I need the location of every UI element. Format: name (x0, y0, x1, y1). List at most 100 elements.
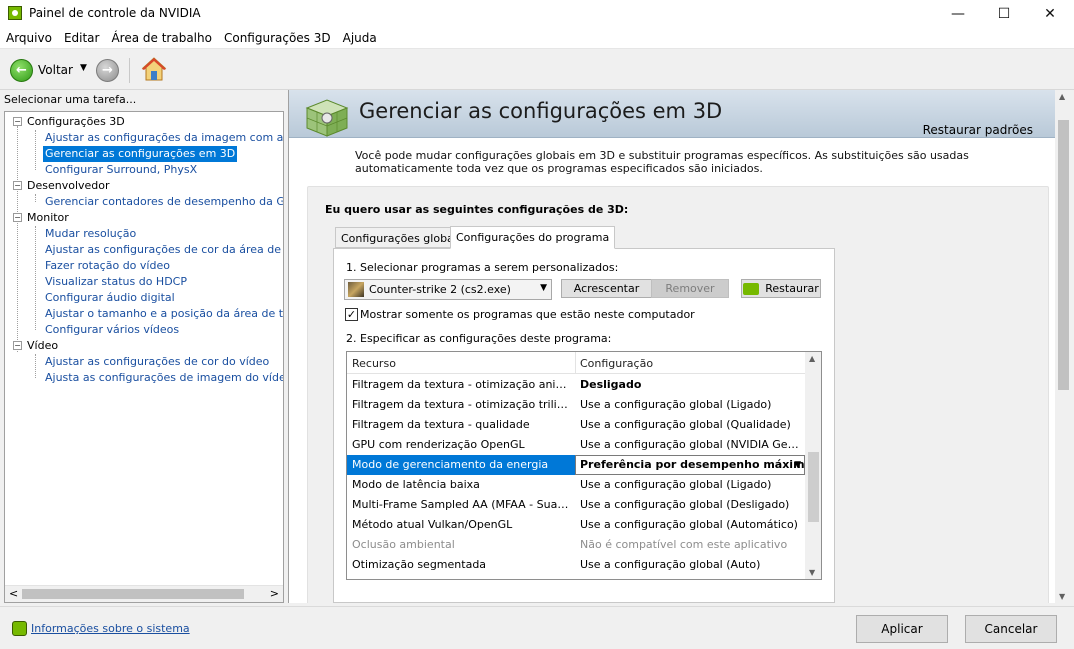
cancel-button[interactable]: Cancelar (965, 615, 1057, 643)
counter-strike-icon (348, 282, 364, 297)
table-row[interactable]: Filtragem da textura - qualidade Use a c… (347, 415, 805, 435)
toolbar: ← Voltar ▼ → (0, 50, 1074, 90)
menu-bar: Arquivo Editar Área de trabalho Configur… (0, 28, 1074, 49)
scroll-down-icon[interactable]: ▼ (1059, 592, 1065, 601)
system-info-link[interactable]: Informações sobre o sistema (31, 622, 190, 635)
scroll-thumb[interactable] (1058, 120, 1069, 390)
title-bar: Painel de controle da NVIDIA — ☐ ✕ (0, 0, 1074, 28)
page-title: Gerenciar as configurações em 3D (359, 99, 723, 123)
scroll-up-icon[interactable]: ▲ (809, 354, 815, 363)
add-program-button[interactable]: Acrescentar (561, 279, 652, 298)
table-row[interactable]: Modo de latência baixa Use a configuraçã… (347, 475, 805, 495)
apply-button[interactable]: Aplicar (856, 615, 948, 643)
table-row[interactable]: Filtragem da textura - otimização trilin… (347, 395, 805, 415)
menu-editar[interactable]: Editar (58, 28, 106, 48)
column-header-resource[interactable]: Recurso (352, 357, 396, 370)
table-row[interactable]: Otimização segmentada Use a configuração… (347, 555, 805, 575)
close-button[interactable]: ✕ (1027, 0, 1073, 28)
scroll-up-icon[interactable]: ▲ (1059, 92, 1065, 101)
tree-item-cor-area-trabalho[interactable]: Ajustar as configurações de cor da área … (45, 242, 283, 258)
tree-item-tamanho-posicao[interactable]: Ajustar o tamanho e a posição da área de… (45, 306, 283, 322)
nvidia-logo-icon (743, 282, 760, 295)
tree-connector (35, 130, 36, 170)
section-heading: Eu quero usar as seguintes configurações… (325, 203, 629, 216)
menu-area-de-trabalho[interactable]: Área de trabalho (105, 28, 218, 48)
program-select[interactable]: Counter-strike 2 (cs2.exe) ▼ (344, 279, 552, 300)
window-title: Painel de controle da NVIDIA (29, 6, 201, 20)
back-button[interactable]: Voltar (38, 63, 73, 77)
scroll-thumb[interactable] (22, 589, 244, 599)
scroll-left-icon[interactable]: < (9, 587, 18, 600)
tree-horizontal-scrollbar[interactable]: < > (5, 585, 283, 602)
step2-label: 2. Especificar as configurações deste pr… (346, 332, 612, 345)
column-header-config[interactable]: Configuração (580, 357, 653, 370)
tree-category-monitor[interactable]: − Monitor (13, 210, 69, 226)
tree-item-contadores-gpu[interactable]: Gerenciar contadores de desempenho da GP… (45, 194, 283, 210)
tree-connector (35, 226, 36, 330)
collapse-icon[interactable]: − (13, 341, 22, 350)
tree-category-3d[interactable]: − Configurações 3D (13, 114, 125, 130)
restore-button-label: Restaurar (765, 282, 819, 295)
task-tree: − Configurações 3D Ajustar as configuraç… (4, 111, 284, 603)
back-arrow-icon[interactable]: ← (10, 59, 33, 82)
tree-connector (35, 194, 36, 202)
tree-item-rotacao-video[interactable]: Fazer rotação do vídeo (45, 258, 170, 274)
footer-bar: Informações sobre o sistema Aplicar Canc… (0, 606, 1074, 649)
tree-connector (35, 354, 36, 378)
step1-label: 1. Selecionar programas a serem personal… (346, 261, 619, 274)
tree-item-audio-digital[interactable]: Configurar áudio digital (45, 290, 175, 306)
content-vertical-scrollbar[interactable]: ▲ ▼ (1055, 90, 1072, 603)
forward-arrow-icon[interactable]: → (96, 59, 119, 82)
back-dropdown-icon[interactable]: ▼ (80, 63, 87, 73)
table-vertical-scrollbar[interactable]: ▲ ▼ (805, 352, 821, 579)
table-header: Recurso Configuração (347, 352, 805, 374)
remove-program-button[interactable]: Remover (651, 279, 729, 298)
tree-item-varios-videos[interactable]: Configurar vários vídeos (45, 322, 179, 338)
table-row[interactable]: Método atual Vulkan/OpenGL Use a configu… (347, 515, 805, 535)
tree-category-desenvolvedor[interactable]: − Desenvolvedor (13, 178, 110, 194)
table-row[interactable]: Multi-Frame Sampled AA (MFAA - Suavizaçã… (347, 495, 805, 515)
show-installed-only-checkbox[interactable]: ✓ (345, 308, 358, 321)
column-divider (575, 352, 576, 374)
chevron-down-icon: ▼ (540, 283, 547, 293)
checkbox-label: Mostrar somente os programas que estão n… (360, 308, 695, 321)
tree-item-status-hdcp[interactable]: Visualizar status do HDCP (45, 274, 187, 290)
task-label: Selecionar uma tarefa... (4, 93, 137, 106)
settings-table: Recurso Configuração Filtragem da textur… (346, 351, 822, 580)
menu-arquivo[interactable]: Arquivo (0, 28, 58, 48)
table-row-selected[interactable]: Modo de gerenciamento da energia Preferê… (347, 455, 812, 475)
page-header: Gerenciar as configurações em 3D Restaur… (289, 90, 1057, 138)
menu-ajuda[interactable]: Ajuda (337, 28, 383, 48)
maximize-button[interactable]: ☐ (981, 0, 1027, 28)
table-row-disabled: Oclusão ambiental Não é compatível com e… (352, 538, 788, 551)
collapse-icon[interactable]: − (13, 117, 22, 126)
collapse-icon[interactable]: − (13, 181, 22, 190)
scroll-thumb[interactable] (808, 452, 819, 522)
menu-configuracoes-3d[interactable]: Configurações 3D (218, 28, 337, 48)
tree-item-cor-video[interactable]: Ajustar as configurações de cor do vídeo (45, 354, 269, 370)
3d-settings-icon (305, 99, 349, 137)
system-info-icon (12, 621, 27, 636)
home-icon[interactable] (141, 56, 167, 82)
tree-category-video[interactable]: − Vídeo (13, 338, 58, 354)
tree-connector (17, 126, 18, 352)
tree-item-mudar-resolucao[interactable]: Mudar resolução (45, 226, 136, 242)
tree-item-gerenciar-3d[interactable]: Gerenciar as configurações em 3D (43, 146, 238, 162)
table-row[interactable]: Filtragem da textura - otimização anisot… (347, 375, 805, 395)
tree-item-surround-physx[interactable]: Configurar Surround, PhysX (45, 162, 197, 178)
table-row[interactable]: GPU com renderização OpenGL Use a config… (347, 435, 805, 455)
toolbar-separator (129, 58, 130, 83)
restore-defaults-link[interactable]: Restaurar padrões (923, 123, 1033, 137)
tab-global-settings[interactable]: Configurações globais (335, 227, 469, 248)
tree-item-ajustar-imagem[interactable]: Ajustar as configurações da imagem com a… (45, 130, 283, 146)
scroll-down-icon[interactable]: ▼ (809, 568, 815, 577)
tree-item-imagem-video[interactable]: Ajusta as configurações de imagem do víd… (45, 370, 283, 386)
page-description: Você pode mudar configurações globais em… (355, 149, 969, 175)
chevron-down-icon: ▼ (794, 460, 801, 470)
scroll-right-icon[interactable]: > (270, 587, 279, 600)
power-mode-dropdown[interactable]: Preferência por desempenho máximo ▼ (575, 455, 812, 475)
tab-program-settings[interactable]: Configurações do programa (450, 226, 616, 249)
collapse-icon[interactable]: − (13, 213, 22, 222)
restore-program-button[interactable]: Restaurar (741, 279, 821, 298)
minimize-button[interactable]: — (935, 0, 981, 28)
